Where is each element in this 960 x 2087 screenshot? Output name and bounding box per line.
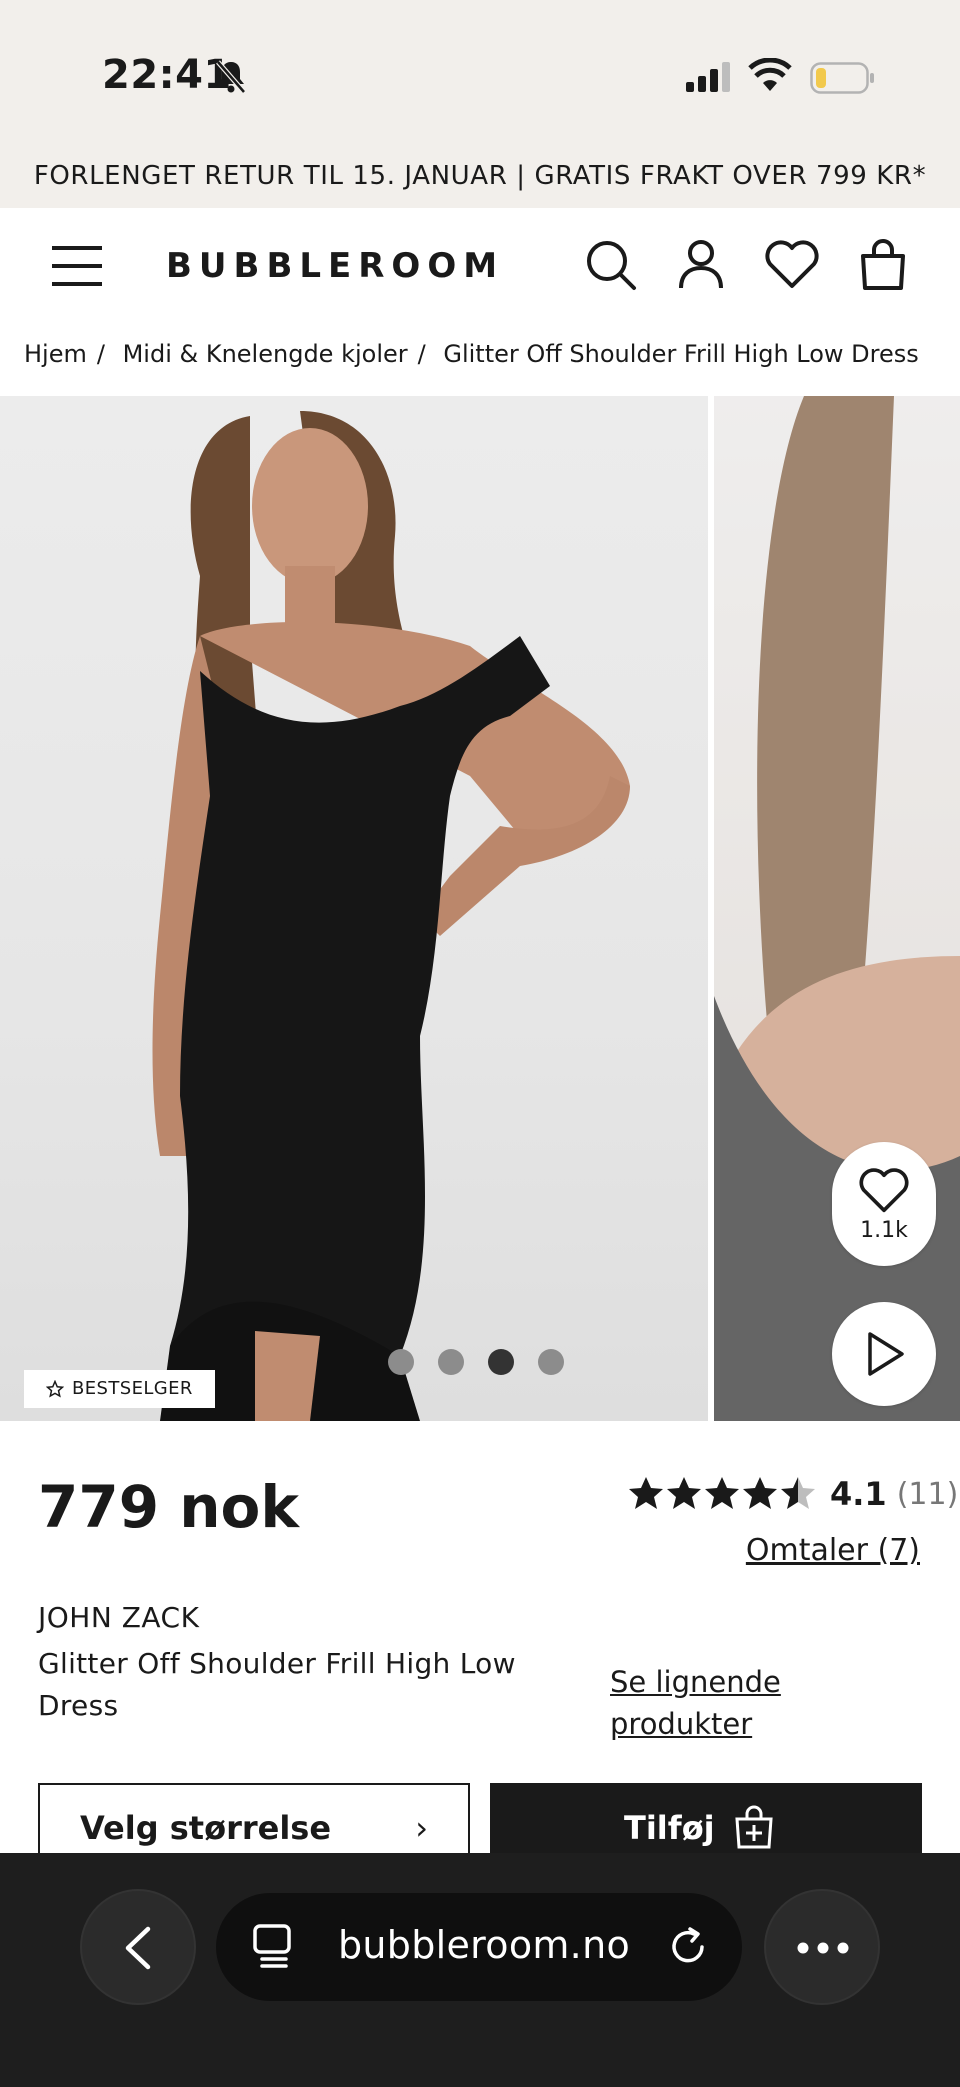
rating-count: (11): [896, 1476, 959, 1512]
site-header: BUBBLEROOM: [0, 208, 960, 328]
product-brand[interactable]: JOHN ZACK: [38, 1601, 199, 1634]
product-name: Glitter Off Shoulder Frill High Low Dres…: [38, 1647, 516, 1722]
wifi-icon: [748, 58, 792, 91]
rating-stars-icon: [629, 1477, 815, 1509]
gallery-dot[interactable]: [538, 1349, 564, 1375]
url-text[interactable]: bubbleroom.no: [338, 1923, 630, 1967]
reviews-link[interactable]: Omtaler (7): [746, 1533, 920, 1568]
menu-icon[interactable]: [52, 244, 104, 288]
gallery-dot-active[interactable]: [488, 1349, 514, 1375]
more-dots-icon: [797, 1942, 849, 1954]
rating-summary[interactable]: 4.1 (11): [628, 1475, 958, 1513]
product-gallery[interactable]: BESTSELGER 1.1k: [0, 396, 960, 1421]
silent-bell-icon: [216, 60, 246, 94]
play-video-button[interactable]: [832, 1302, 936, 1406]
reload-icon[interactable]: [668, 1927, 708, 1967]
product-image-next[interactable]: [714, 396, 960, 1421]
shopping-bag-icon[interactable]: [858, 238, 908, 292]
breadcrumb-separator: /: [417, 340, 426, 368]
bag-plus-icon: [735, 1805, 773, 1849]
breadcrumb: Hjem / Midi & Knelengde kjoler / Glitter O…: [0, 328, 960, 396]
star-outline-icon: [46, 1380, 64, 1398]
browser-back-button[interactable]: [80, 1889, 196, 2005]
gallery-dot[interactable]: [388, 1349, 414, 1375]
address-bar[interactable]: bubbleroom.no: [216, 1893, 742, 2001]
product-info: 779 nok 4.1 (11) Omtaler (7) JOHN ZACK G…: [0, 1421, 960, 1873]
bestseller-label: BESTSELGER: [72, 1378, 193, 1399]
status-time: 22:41: [102, 52, 232, 98]
browser-toolbar: bubbleroom.no: [0, 1853, 960, 2087]
promo-banner[interactable]: FORLENGET RETUR TIL 15. JANUAR | GRATIS …: [0, 148, 960, 208]
site-logo[interactable]: BUBBLEROOM: [166, 246, 504, 286]
tab-list-icon[interactable]: [252, 1923, 292, 1969]
similar-products-link[interactable]: Se lignende produkter: [610, 1661, 830, 1745]
product-image-main[interactable]: [0, 396, 708, 1421]
battery-icon: [810, 62, 874, 94]
cellular-signal-icon: [686, 62, 730, 92]
breadcrumb-current: Glitter Off Shoulder Frill High Low Dres…: [443, 340, 919, 368]
wishlist-heart-icon[interactable]: [764, 238, 820, 290]
browser-more-button[interactable]: [764, 1889, 880, 2005]
gallery-dot[interactable]: [438, 1349, 464, 1375]
status-bar: 22:41: [0, 0, 960, 148]
gallery-pagination: [388, 1349, 564, 1375]
select-size-label: Velg størrelse: [80, 1809, 332, 1847]
search-icon[interactable]: [584, 238, 638, 292]
rating-value: 4.1: [830, 1475, 887, 1513]
bestseller-badge: BESTSELGER: [24, 1370, 215, 1408]
model-closeup-illustration: [714, 396, 960, 1421]
breadcrumb-home[interactable]: Hjem: [24, 340, 87, 368]
model-photo-illustration: [152, 411, 630, 1421]
like-count: 1.1k: [860, 1217, 908, 1243]
play-icon: [868, 1332, 904, 1376]
account-icon[interactable]: [676, 238, 726, 292]
add-to-cart-label: Tilføj: [624, 1809, 715, 1847]
product-price: 779 nok: [38, 1473, 299, 1541]
chevron-left-icon: [125, 1926, 151, 1970]
like-button[interactable]: 1.1k: [832, 1142, 936, 1266]
heart-icon: [859, 1167, 909, 1212]
breadcrumb-separator: /: [96, 340, 105, 368]
breadcrumb-category[interactable]: Midi & Knelengde kjoler: [123, 340, 408, 368]
